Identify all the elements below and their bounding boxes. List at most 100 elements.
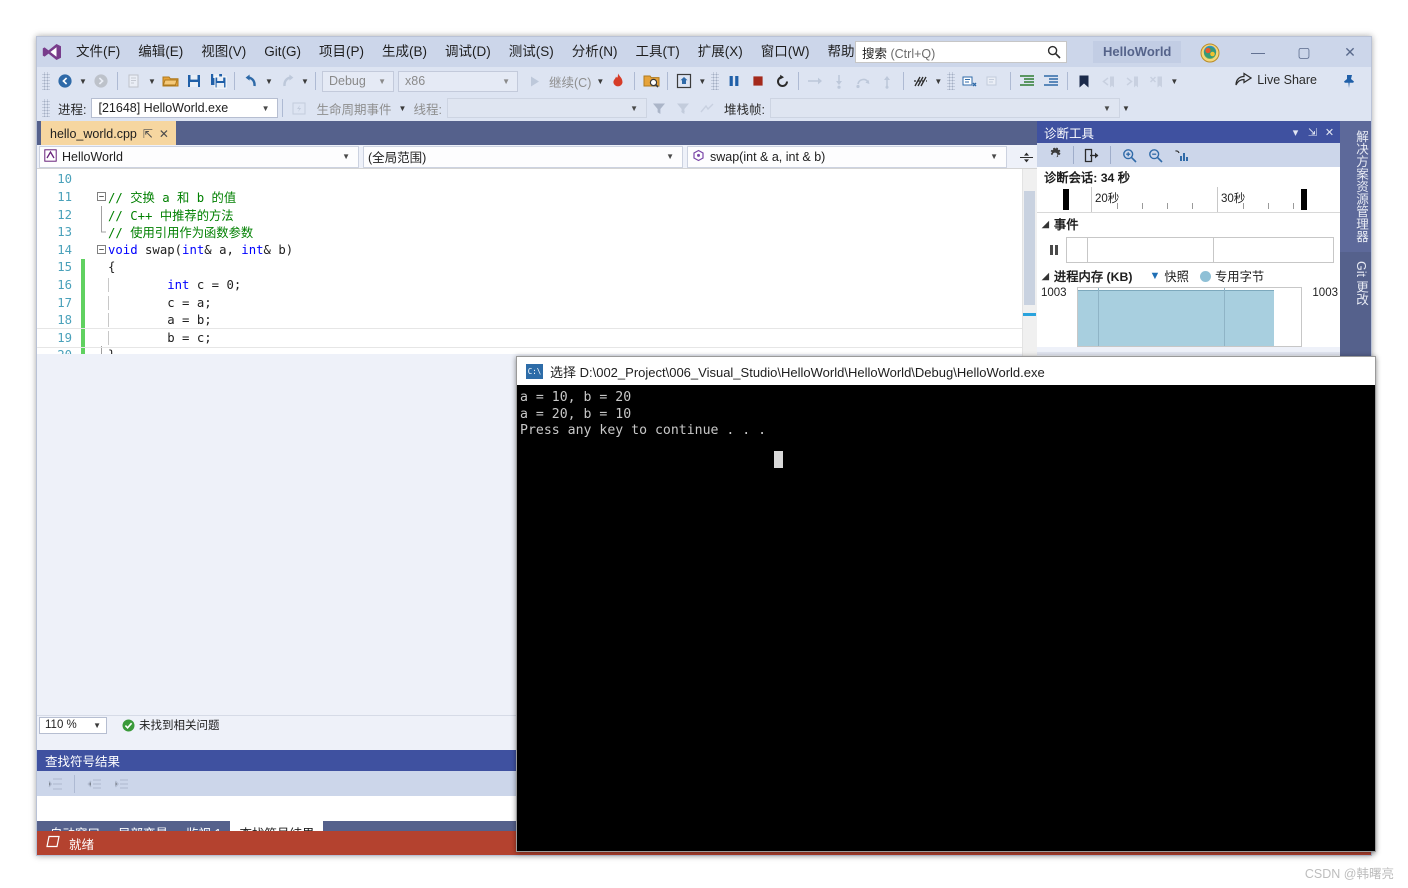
undo-dropdown[interactable]: ▼: [263, 69, 275, 93]
code-editor[interactable]: 9#include <stdio.h>1011// 交换 a 和 b 的值12/…: [37, 169, 1037, 354]
search-input[interactable]: 搜索 (Ctrl+Q): [855, 41, 1067, 63]
toolbar-grip[interactable]: [42, 72, 50, 90]
uncomment-icon[interactable]: [982, 69, 1006, 93]
memory-section-header[interactable]: ◢ 进程内存 (KB) ▼ 快照 专用字节: [1037, 265, 1342, 287]
code-line[interactable]: 16 int c = 0;: [37, 276, 1037, 294]
stackframe-selector[interactable]: ▼: [769, 98, 1120, 118]
menu-item-file[interactable]: 文件(F): [67, 40, 129, 64]
live-share-button[interactable]: Live Share: [1235, 71, 1317, 89]
filter-icon[interactable]: [647, 96, 671, 120]
code-line[interactable]: 19 b = c;: [37, 327, 1037, 348]
pause-icon[interactable]: [722, 69, 746, 93]
clear-bookmarks-icon[interactable]: [1144, 69, 1168, 93]
diagnostic-splitter[interactable]: [1037, 352, 1342, 355]
chart-icon[interactable]: [1169, 143, 1193, 167]
save-all-icon[interactable]: [206, 69, 230, 93]
menu-item-view[interactable]: 视图(V): [192, 40, 255, 64]
zoom-level-selector[interactable]: 110 % ▼: [39, 716, 107, 734]
find-symbol-results-list[interactable]: [37, 796, 517, 821]
code-line[interactable]: 11 // 交换 a 和 b 的值: [37, 188, 1037, 206]
next-bookmark-icon[interactable]: [1120, 69, 1144, 93]
restart-icon[interactable]: [770, 69, 794, 93]
menu-item-tools[interactable]: 工具(T): [627, 40, 689, 64]
thread-selector[interactable]: ▼: [446, 98, 647, 118]
hot-reload-flame-icon[interactable]: [606, 69, 630, 93]
split-window-icon[interactable]: [1017, 147, 1035, 167]
user-account-icon[interactable]: [1199, 42, 1221, 64]
new-file-icon[interactable]: [122, 69, 146, 93]
zoom-in-icon[interactable]: [1117, 143, 1141, 167]
pin-icon[interactable]: [1339, 71, 1359, 91]
menu-item-git[interactable]: Git(G): [255, 40, 310, 64]
threads-icon[interactable]: [908, 69, 932, 93]
process-selector[interactable]: [21648] HelloWorld.exe ▼: [91, 98, 279, 118]
chevron-down-icon[interactable]: ▾: [1287, 122, 1304, 142]
close-icon[interactable]: ✕: [1321, 122, 1338, 142]
debug-toolbar-grip[interactable]: [42, 99, 50, 117]
timeline-range-start-handle[interactable]: [1063, 189, 1069, 210]
navigate-back-icon[interactable]: [53, 69, 77, 93]
undo-icon[interactable]: [239, 69, 263, 93]
toolbar-grip-3[interactable]: [947, 72, 956, 90]
toolbar-grip-2[interactable]: [711, 72, 720, 90]
pin-icon[interactable]: ⇲: [1304, 122, 1321, 142]
window-maximize-button[interactable]: ▢: [1281, 37, 1327, 67]
attach-to-process-icon[interactable]: [639, 69, 663, 93]
menu-item-analyze[interactable]: 分析(N): [563, 40, 627, 64]
code-line[interactable]: 15 {: [37, 258, 1037, 277]
menu-item-window[interactable]: 窗口(W): [752, 40, 819, 64]
window-layout-dropdown[interactable]: ▼: [696, 69, 708, 93]
navigate-forward-icon[interactable]: [89, 69, 113, 93]
continue-dropdown[interactable]: ▼: [594, 69, 606, 93]
menu-item-extensions[interactable]: 扩展(X): [689, 40, 752, 64]
gear-icon[interactable]: [1043, 143, 1067, 167]
threads-dropdown[interactable]: ▼: [932, 69, 944, 93]
window-close-button[interactable]: ✕: [1327, 37, 1371, 67]
window-minimize-button[interactable]: —: [1235, 37, 1281, 67]
filter-clear-icon[interactable]: [671, 96, 695, 120]
open-folder-icon[interactable]: [158, 69, 182, 93]
previous-result-icon[interactable]: [82, 772, 106, 796]
step-over-icon[interactable]: [851, 69, 875, 93]
document-tab-hello-world-cpp[interactable]: hello_world.cpp ⇱ ✕: [41, 121, 176, 145]
next-result-icon[interactable]: [109, 772, 133, 796]
save-icon[interactable]: [182, 69, 206, 93]
pin-icon[interactable]: ⇱: [143, 127, 153, 141]
platform-selector[interactable]: x86 ▼: [398, 70, 518, 92]
redo-dropdown[interactable]: ▼: [299, 69, 311, 93]
zoom-out-icon[interactable]: [1143, 143, 1167, 167]
menu-item-edit[interactable]: 编辑(E): [129, 40, 192, 64]
comment-icon[interactable]: [958, 69, 982, 93]
bookmarks-overflow[interactable]: ▼: [1168, 69, 1180, 93]
console-output[interactable]: a = 10, b = 20 a = 20, b = 10 Press any …: [517, 385, 1375, 851]
previous-bookmark-icon[interactable]: [1096, 69, 1120, 93]
lifecycle-label[interactable]: 生命周期事件: [311, 99, 396, 118]
code-fold-toggle[interactable]: [95, 245, 108, 255]
code-line[interactable]: 13 // 使用引用作为函数参数: [37, 223, 1037, 241]
scrollbar-thumb[interactable]: [1024, 191, 1035, 305]
show-next-statement-icon[interactable]: [803, 69, 827, 93]
code-line[interactable]: 17 c = a;: [37, 293, 1037, 312]
menu-item-build[interactable]: 生成(B): [373, 40, 436, 64]
side-tab-git-changes[interactable]: Git 更改: [1340, 252, 1371, 314]
code-line[interactable]: 18 a = b;: [37, 311, 1037, 329]
continue-label[interactable]: 继续(C): [546, 72, 594, 91]
step-out-icon[interactable]: [875, 69, 899, 93]
increase-indent-icon[interactable]: [1015, 69, 1039, 93]
configuration-selector[interactable]: Debug ▼: [322, 70, 394, 92]
events-section-header[interactable]: ◢ 事件: [1037, 213, 1342, 235]
timeline-range-end-handle[interactable]: [1301, 189, 1307, 210]
code-line[interactable]: 20}: [37, 346, 1037, 354]
navbar-member-selector[interactable]: swap(int & a, int & b) ▼: [687, 145, 1007, 168]
close-icon[interactable]: ✕: [159, 127, 169, 141]
code-line[interactable]: 12 // C++ 中推荐的方法: [37, 205, 1037, 224]
console-window[interactable]: C:\ 选择 D:\002_Project\006_Visual_Studio\…: [516, 356, 1376, 852]
project-name-chip[interactable]: HelloWorld: [1093, 41, 1182, 63]
play-icon[interactable]: [522, 69, 546, 93]
stop-icon[interactable]: [746, 69, 770, 93]
flag-icon[interactable]: [695, 96, 719, 120]
menu-item-test[interactable]: 测试(S): [500, 40, 563, 64]
navigate-back-dropdown[interactable]: ▼: [77, 69, 89, 93]
menu-item-debug[interactable]: 调试(D): [436, 40, 500, 64]
redo-icon[interactable]: [275, 69, 299, 93]
